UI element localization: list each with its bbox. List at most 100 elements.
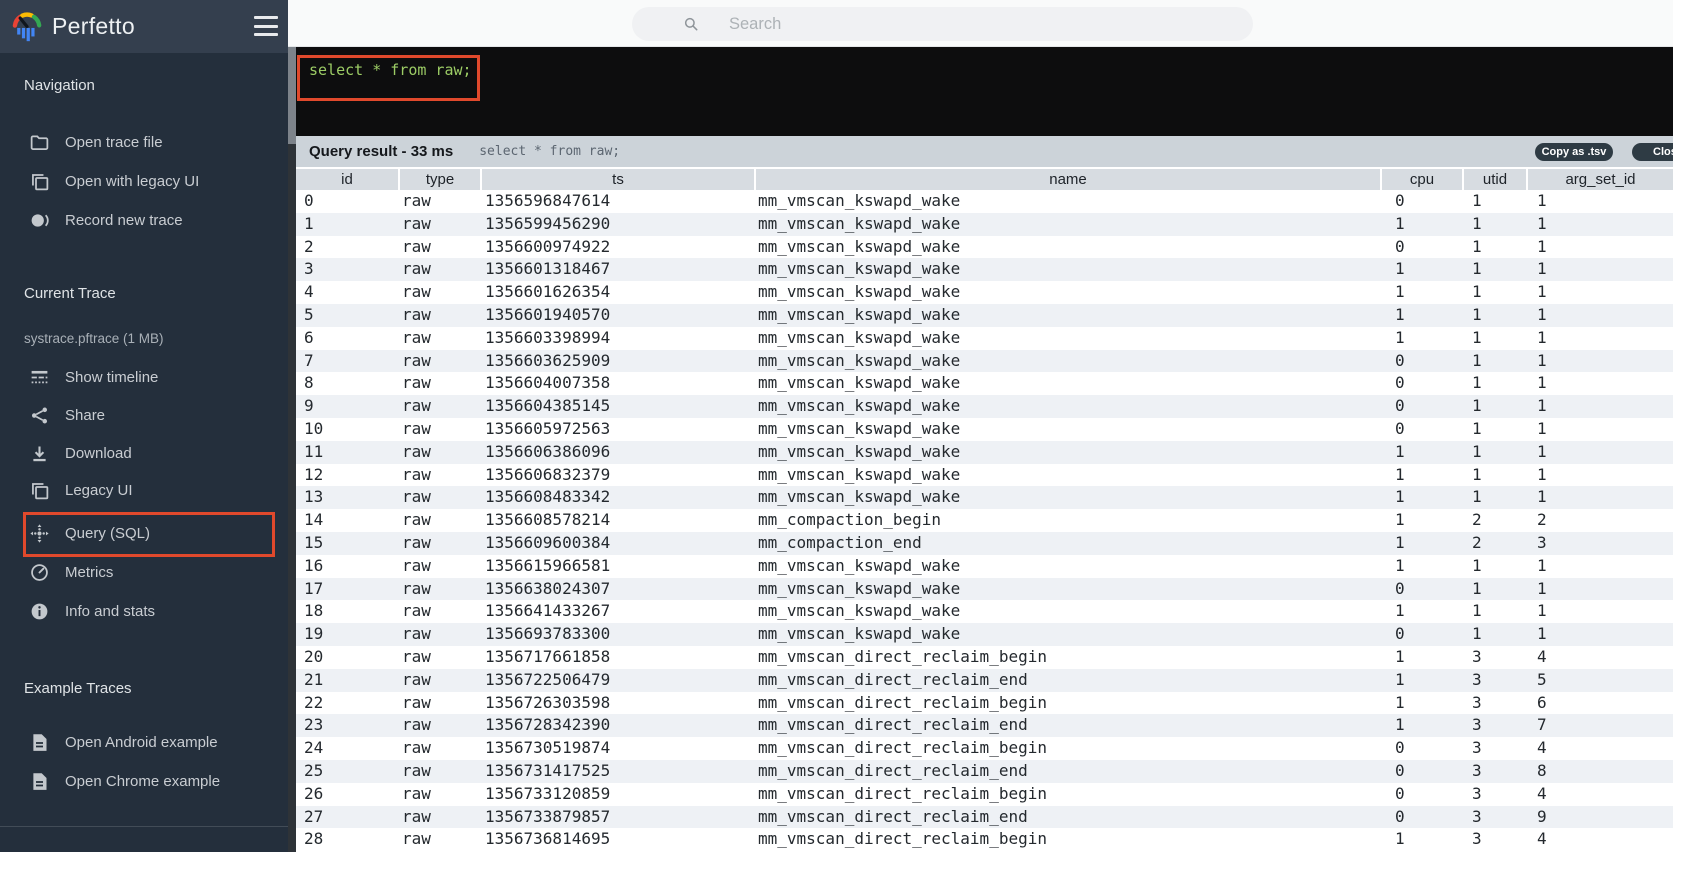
cell-type: raw	[402, 418, 431, 438]
cell-name: mm_vmscan_kswapd_wake	[758, 555, 961, 575]
cell-arg-set-id: 4	[1537, 829, 1547, 849]
cell-arg-set-id: 1	[1537, 601, 1547, 621]
close-results-button[interactable]: Close	[1632, 143, 1673, 161]
annotation-box-query-text	[297, 55, 480, 101]
cell-cpu: 1	[1395, 282, 1405, 302]
cell-id: 20	[304, 646, 324, 666]
sidebar-item-share[interactable]: Share	[0, 399, 288, 431]
sidebar-item-show-timeline[interactable]: Show timeline	[0, 361, 288, 393]
cell-id: 25	[304, 760, 324, 780]
cell-arg-set-id: 8	[1537, 760, 1547, 780]
table-row: 0 raw 1356596847614 mm_vmscan_kswapd_wake 0 1…	[296, 190, 1673, 213]
cell-cpu: 1	[1395, 555, 1405, 575]
query-result-echo: select * from raw;	[479, 144, 621, 159]
cell-cpu: 1	[1395, 829, 1405, 849]
cell-ts: 1356601318467	[485, 259, 611, 279]
query-result-bar: Query result - 33 ms select * from raw; …	[296, 136, 1673, 167]
cell-arg-set-id: 1	[1537, 396, 1547, 416]
cell-id: 6	[304, 327, 314, 347]
cell-arg-set-id: 1	[1537, 487, 1547, 507]
app-title: Perfetto	[52, 13, 135, 39]
table-row: 26 raw 1356733120859 mm_vmscan_direct_recla…	[296, 782, 1673, 806]
cell-arg-set-id: 1	[1537, 418, 1547, 438]
cell-cpu: 1	[1395, 464, 1405, 484]
sidebar-item-label: Metrics	[65, 563, 114, 581]
results-table: 0 raw 1356596847614 mm_vmscan_kswapd_wake 0 1…	[296, 190, 1673, 852]
copy-as-tsv-button[interactable]: Copy as .tsv	[1535, 143, 1613, 161]
cell-cpu: 1	[1395, 441, 1405, 461]
cell-ts: 1356601940570	[485, 304, 611, 324]
sidebar-item-info-and-stats[interactable]: Info and stats	[0, 595, 288, 627]
cell-arg-set-id: 1	[1537, 304, 1547, 324]
table-row: 18 raw 1356641433267 mm_vmscan_kswapd_wake 1…	[296, 600, 1673, 624]
perfetto-app: Perfetto Navigation Open trace file Open w…	[0, 0, 1673, 852]
cell-id: 1	[304, 213, 314, 233]
cell-id: 7	[304, 350, 314, 370]
cell-type: raw	[402, 487, 431, 507]
cell-utid: 3	[1472, 715, 1482, 735]
cell-type: raw	[402, 783, 431, 803]
cell-id: 18	[304, 601, 324, 621]
cell-cpu: 0	[1395, 738, 1405, 758]
sql-query-editor[interactable]: select * from raw;	[296, 47, 1673, 136]
cell-id: 3	[304, 259, 314, 279]
sidebar-item-download[interactable]: Download	[0, 437, 288, 469]
cell-name: mm_vmscan_kswapd_wake	[758, 327, 961, 347]
sidebar-item-record-new-trace[interactable]: Record new trace	[0, 204, 288, 236]
cell-cpu: 0	[1395, 760, 1405, 780]
cell-type: raw	[402, 646, 431, 666]
table-row: 12 raw 1356606832379 mm_vmscan_kswapd_wake 1…	[296, 463, 1673, 487]
cell-type: raw	[402, 806, 431, 826]
cell-type: raw	[402, 373, 431, 393]
cell-ts: 1356730519874	[485, 738, 611, 758]
sidebar-item-label: Open trace file	[65, 133, 163, 151]
cell-type: raw	[402, 282, 431, 302]
cell-utid: 1	[1472, 282, 1482, 302]
doc-icon	[29, 771, 50, 792]
cell-id: 11	[304, 441, 324, 461]
cell-arg-set-id: 1	[1537, 259, 1547, 279]
cell-name: mm_compaction_begin	[758, 510, 942, 530]
cell-ts: 1356604007358	[485, 373, 611, 393]
cell-cpu: 0	[1395, 624, 1405, 644]
sidebar-item-metrics[interactable]: Metrics	[0, 556, 288, 588]
table-row: 23 raw 1356728342390 mm_vmscan_direct_recla…	[296, 714, 1673, 738]
cell-name: mm_vmscan_kswapd_wake	[758, 236, 961, 256]
cell-cpu: 0	[1395, 783, 1405, 803]
scrollbar-thumb[interactable]	[288, 47, 296, 144]
cell-cpu: 0	[1395, 806, 1405, 826]
table-row: 22 raw 1356726303598 mm_vmscan_direct_recla…	[296, 691, 1673, 715]
sidebar-item-label: Open Android example	[65, 733, 218, 751]
hamburger-menu-icon[interactable]	[254, 16, 278, 36]
current-trace-name: systrace.pftrace (1 MB)	[24, 331, 164, 346]
search-input[interactable]: Search	[632, 7, 1253, 41]
cell-id: 23	[304, 715, 324, 735]
cell-type: raw	[402, 259, 431, 279]
cell-cpu: 1	[1395, 304, 1405, 324]
cell-type: raw	[402, 327, 431, 347]
cell-utid: 1	[1472, 259, 1482, 279]
search-icon	[682, 15, 700, 33]
cell-ts: 1356638024307	[485, 578, 611, 598]
download-icon	[29, 443, 50, 464]
cell-name: mm_vmscan_kswapd_wake	[758, 373, 961, 393]
sidebar-item-legacy-ui[interactable]: Legacy UI	[0, 474, 288, 506]
cell-cpu: 1	[1395, 510, 1405, 530]
sidebar-item-label: Download	[65, 444, 132, 462]
cell-type: raw	[402, 396, 431, 416]
cell-cpu: 0	[1395, 578, 1405, 598]
cell-ts: 1356728342390	[485, 715, 611, 735]
sidebar-item-open-trace-file[interactable]: Open trace file	[0, 126, 288, 158]
sidebar-item-open-chrome-example[interactable]: Open Chrome example	[0, 765, 288, 797]
section-title-current-trace: Current Trace	[24, 285, 116, 302]
table-row: 7 raw 1356603625909 mm_vmscan_kswapd_wake 0 1…	[296, 349, 1673, 373]
cell-name: mm_vmscan_direct_reclaim_end	[758, 669, 1028, 689]
cell-cpu: 1	[1395, 601, 1405, 621]
cell-id: 4	[304, 282, 314, 302]
cell-arg-set-id: 7	[1537, 715, 1547, 735]
sidebar-item-open-android-example[interactable]: Open Android example	[0, 726, 288, 758]
cell-name: mm_vmscan_kswapd_wake	[758, 396, 961, 416]
sidebar-item-open-with-legacy-ui[interactable]: Open with legacy UI	[0, 165, 288, 197]
cell-ts: 1356604385145	[485, 396, 611, 416]
table-row: 15 raw 1356609600384 mm_compaction_end 1 2 3	[296, 531, 1673, 555]
